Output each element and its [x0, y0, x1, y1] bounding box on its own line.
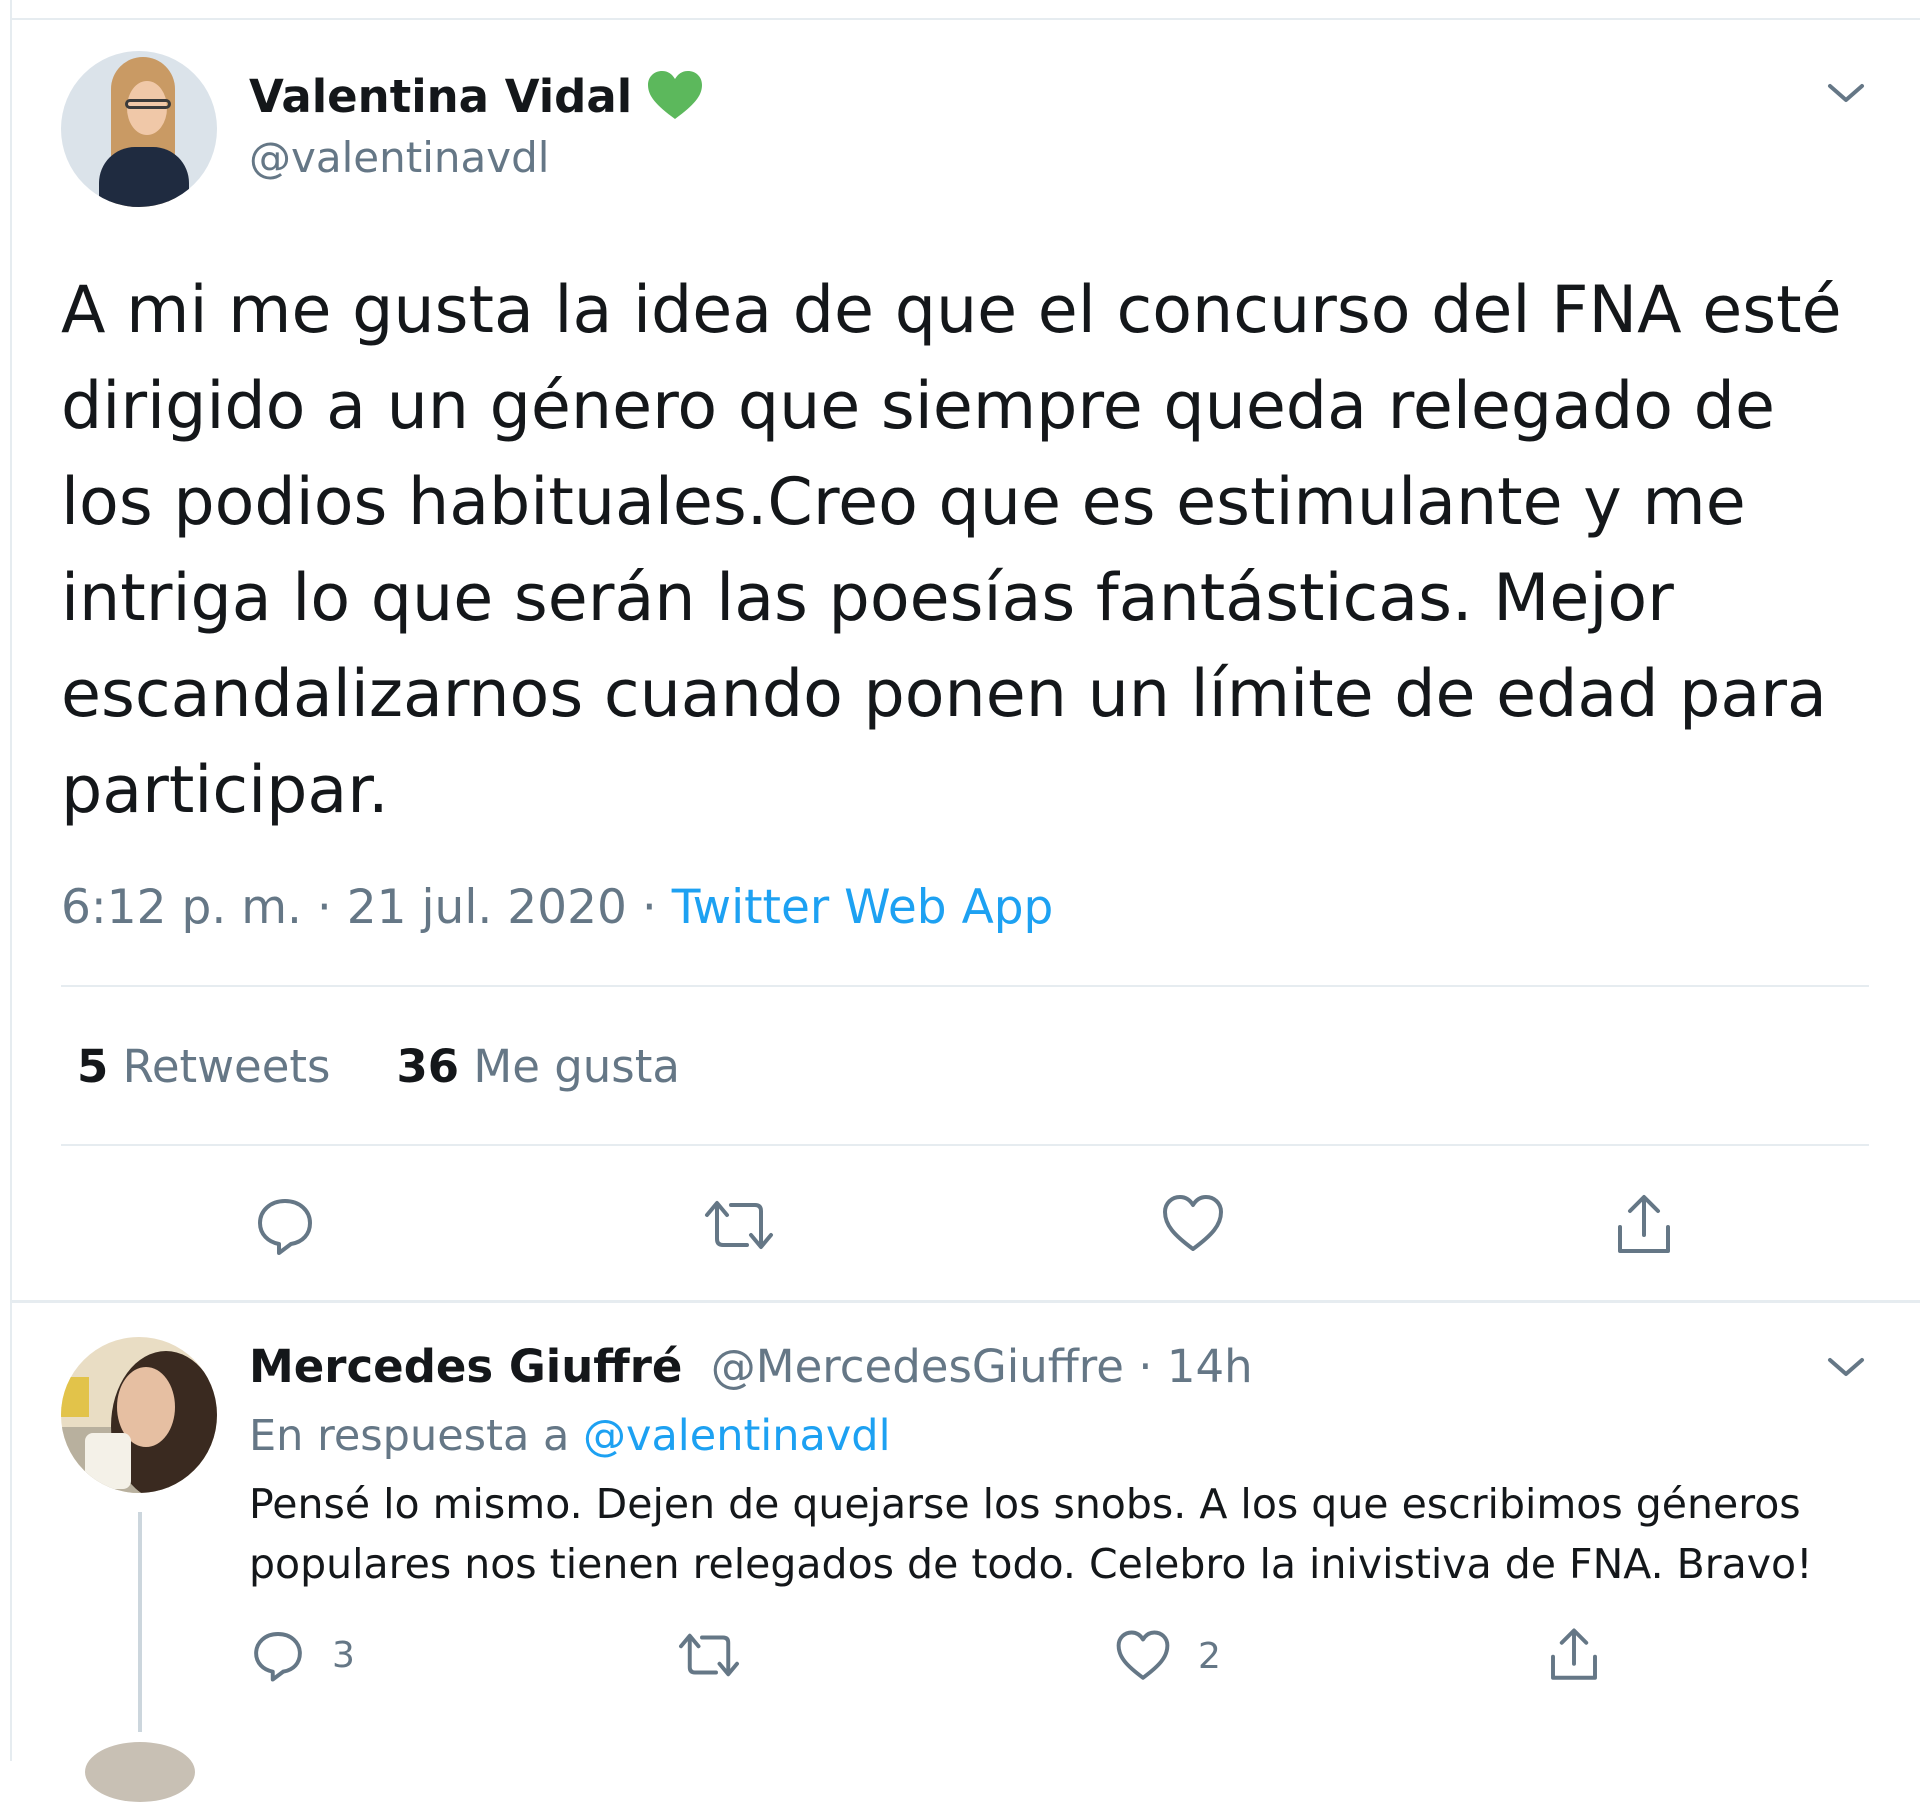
- like-count: 2: [1198, 1635, 1221, 1677]
- retweet-button[interactable]: [703, 1193, 775, 1257]
- main-tweet: Valentina Vidal @valentinavdl A mi me gu…: [0, 0, 1920, 1300]
- likes-stat[interactable]: 36 Me gusta: [396, 1040, 680, 1093]
- reply-author-name[interactable]: Mercedes Giuffré: [249, 1340, 682, 1393]
- heart-badge-icon: [646, 69, 704, 123]
- divider: [61, 985, 1869, 987]
- in-reply-prefix: En respuesta a: [249, 1411, 583, 1461]
- section-divider: [10, 1300, 1920, 1303]
- next-avatar[interactable]: [85, 1742, 195, 1802]
- reply-text: Pensé lo mismo. Dejen de quejarse los sn…: [249, 1480, 1813, 1588]
- likes-count: 36: [396, 1040, 460, 1093]
- retweets-stat[interactable]: 5 Retweets: [77, 1040, 330, 1093]
- author-name[interactable]: Valentina Vidal: [249, 70, 632, 123]
- reply-avatar[interactable]: [61, 1337, 217, 1493]
- reply-author-handle[interactable]: @MercedesGiuffre · 14h: [711, 1340, 1253, 1393]
- thread-line: [138, 1512, 142, 1732]
- share-icon: [1551, 1628, 1597, 1680]
- share-icon: [1618, 1195, 1670, 1253]
- like-icon: [1116, 1630, 1170, 1680]
- reply-icon: [258, 1199, 312, 1255]
- reply-share-button[interactable]: [1546, 1627, 1602, 1683]
- divider: [61, 1144, 1869, 1146]
- retweets-count: 5: [77, 1040, 109, 1093]
- retweet-icon: [679, 1633, 739, 1677]
- tweet-meta: 6:12 p. m. · 21 jul. 2020 · Twitter Web …: [61, 880, 1053, 935]
- avatar[interactable]: [61, 51, 217, 207]
- reply-icon: [254, 1632, 302, 1682]
- tweet-text: A mi me gusta la idea de que el concurso…: [61, 273, 1842, 828]
- timestamp[interactable]: 6:12 p. m. · 21 jul. 2020 ·: [61, 880, 672, 935]
- chevron-down-icon[interactable]: [1826, 78, 1866, 108]
- reply-count: 3: [332, 1634, 355, 1676]
- chevron-down-icon[interactable]: [1826, 1352, 1866, 1382]
- source-link[interactable]: Twitter Web App: [672, 880, 1054, 935]
- in-reply-to: En respuesta a @valentinavdl: [249, 1411, 891, 1461]
- reply-mention-link[interactable]: @valentinavdl: [583, 1411, 891, 1461]
- author-row: Valentina Vidal: [249, 66, 704, 126]
- reply-like-button[interactable]: 2: [1114, 1629, 1221, 1683]
- reply-retweet-button[interactable]: [677, 1627, 741, 1683]
- likes-label: Me gusta: [473, 1040, 680, 1093]
- retweets-label: Retweets: [122, 1040, 331, 1093]
- retweet-icon: [705, 1201, 773, 1249]
- engagement-stats: 5 Retweets 36 Me gusta: [77, 1040, 746, 1093]
- share-button[interactable]: [1612, 1193, 1676, 1257]
- like-icon: [1163, 1195, 1223, 1251]
- like-button[interactable]: [1160, 1193, 1226, 1255]
- reply-button[interactable]: [253, 1193, 317, 1257]
- reply-header: Mercedes Giuffré @MercedesGiuffre · 14h: [249, 1340, 1253, 1393]
- reply-reply-button[interactable]: 3: [250, 1627, 355, 1683]
- author-handle[interactable]: @valentinavdl: [249, 133, 549, 182]
